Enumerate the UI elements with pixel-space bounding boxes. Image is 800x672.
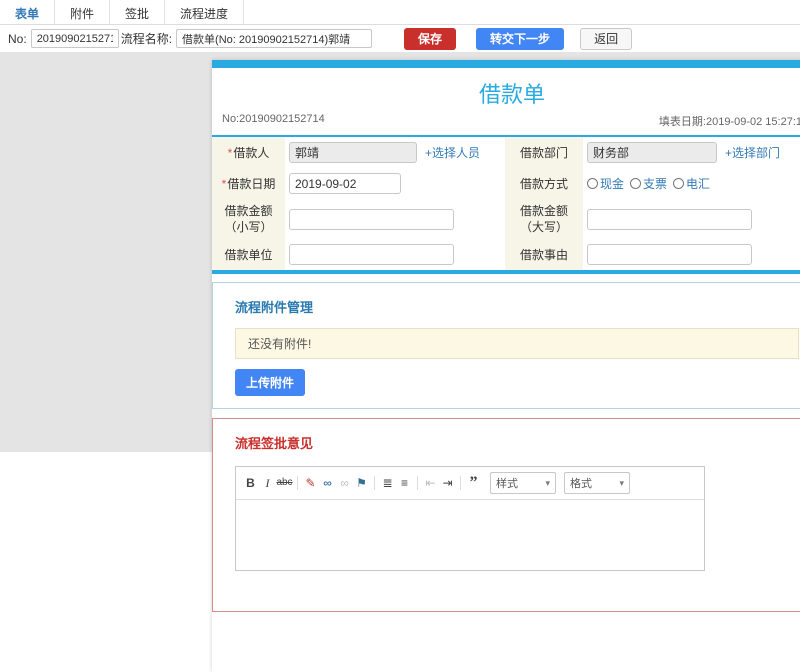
attachment-panel: 流程附件管理 还没有附件! 上传附件 xyxy=(212,282,800,409)
bullet-list-icon[interactable]: ≡ xyxy=(396,475,413,491)
italic-icon[interactable]: I xyxy=(259,475,276,491)
borrow-method-label: 借款方式 xyxy=(505,168,583,199)
styles-dropdown[interactable]: 样式 ▾ xyxy=(490,472,556,494)
amount-lower-field-cell xyxy=(285,199,505,239)
radio-cheque-input[interactable] xyxy=(630,178,642,189)
borrow-date-input[interactable] xyxy=(289,173,401,194)
select-department-link[interactable]: +选择部门 xyxy=(725,144,780,161)
no-input[interactable] xyxy=(30,29,119,48)
approval-heading: 流程签批意见 xyxy=(235,436,314,451)
borrow-date-field-cell xyxy=(285,168,505,199)
radio-cash[interactable]: 现金 xyxy=(587,175,624,192)
panel-top-accent-bar xyxy=(212,60,800,68)
blockquote-icon[interactable]: ” xyxy=(465,475,482,491)
amount-lower-input[interactable] xyxy=(289,208,454,230)
forward-next-step-button[interactable]: 转交下一步 xyxy=(476,27,565,50)
reason-field-cell xyxy=(583,239,800,270)
remove-format-icon[interactable]: ✎ xyxy=(302,475,319,491)
back-button[interactable]: 返回 xyxy=(580,27,633,50)
chevron-down-icon: ▾ xyxy=(545,477,550,488)
numbered-list-icon[interactable]: ≣ xyxy=(379,475,396,491)
upload-attachment-button[interactable]: 上传附件 xyxy=(235,369,306,396)
borrow-unit-field-cell xyxy=(285,239,505,270)
header-toolbar: No: 流程名称: 保存 转交下一步 返回 xyxy=(0,25,800,52)
strikethrough-icon[interactable]: abc xyxy=(276,475,293,491)
department-field-cell: +选择部门 xyxy=(583,137,800,168)
tab-approval[interactable]: 签批 xyxy=(110,0,166,24)
format-dropdown[interactable]: 格式 ▾ xyxy=(564,472,630,494)
toolbar-separator xyxy=(460,476,461,490)
loan-form-panel: 借款单 No:20190902152714 填表日期:2019-09-02 15… xyxy=(212,60,800,672)
attachment-heading: 流程附件管理 xyxy=(235,300,314,315)
save-button[interactable]: 保存 xyxy=(404,27,457,50)
department-label: 借款部门 xyxy=(505,137,583,168)
radio-cash-input[interactable] xyxy=(587,178,598,189)
fill-date-text: 填表日期:2019-09-02 15:27:1 xyxy=(658,116,800,128)
tab-attachments[interactable]: 附件 xyxy=(55,0,111,24)
loan-form-table: *借款人 +选择人员 借款部门 +选择部门 *借款日期 借款方式 现金 xyxy=(212,135,800,274)
borrower-input[interactable] xyxy=(289,142,417,163)
amount-lower-label: 借款金额（小写） xyxy=(212,199,285,239)
amount-upper-field-cell xyxy=(583,199,800,239)
toolbar-separator xyxy=(417,476,418,490)
reason-label: 借款事由 xyxy=(505,239,583,270)
module-tabbar: 表单 附件 签批 流程进度 xyxy=(0,0,800,25)
borrower-label: *借款人 xyxy=(212,137,285,168)
outdent-icon[interactable]: ⇤ xyxy=(422,475,439,491)
anchor-flag-icon[interactable]: ⚑ xyxy=(353,475,370,491)
amount-upper-input[interactable] xyxy=(587,208,752,230)
no-label: No: xyxy=(8,31,27,46)
form-no-text: No:20190902152714 xyxy=(222,113,325,125)
borrow-method-field-cell: 现金 支票 电汇 xyxy=(583,168,800,199)
workspace: 借款单 No:20190902152714 填表日期:2019-09-02 15… xyxy=(0,52,800,672)
flow-name-input[interactable] xyxy=(176,29,373,48)
required-mark: * xyxy=(227,145,233,160)
form-title: 借款单 xyxy=(478,82,545,107)
link-icon[interactable]: ∞ xyxy=(319,475,336,491)
select-person-link[interactable]: +选择人员 xyxy=(425,144,480,161)
form-meta-row: No:20190902152714 填表日期:2019-09-02 15:27:… xyxy=(212,113,800,129)
required-mark: * xyxy=(221,176,227,191)
bold-icon[interactable]: B xyxy=(242,475,259,491)
toolbar-separator xyxy=(374,476,375,490)
chevron-down-icon: ▾ xyxy=(619,477,624,488)
flow-name-label: 流程名称: xyxy=(120,32,173,46)
borrow-unit-label: 借款单位 xyxy=(212,239,285,270)
borrow-unit-input[interactable] xyxy=(289,244,454,265)
borrow-date-label: *借款日期 xyxy=(212,168,285,199)
unlink-icon[interactable]: ∞ xyxy=(336,475,353,491)
borrower-field-cell: +选择人员 xyxy=(285,137,505,168)
amount-upper-label: 借款金额（大写） xyxy=(505,199,583,239)
indent-icon[interactable]: ⇥ xyxy=(439,475,456,491)
editor-toolbar: B I abc ✎ ∞ ∞ ⚑ ≣ ≡ ⇤ ⇥ ” 样式 ▾ 格式 ▾ xyxy=(236,467,704,500)
tab-form[interactable]: 表单 xyxy=(0,0,56,24)
rich-text-editor: B I abc ✎ ∞ ∞ ⚑ ≣ ≡ ⇤ ⇥ ” 样式 ▾ 格式 ▾ xyxy=(235,466,705,571)
reason-input[interactable] xyxy=(587,244,752,265)
department-input[interactable] xyxy=(587,142,717,163)
editor-content-area[interactable] xyxy=(236,500,704,570)
radio-cheque[interactable]: 支票 xyxy=(630,175,667,192)
borrow-method-radio-group: 现金 支票 电汇 xyxy=(587,175,716,192)
approval-panel: 流程签批意见 B I abc ✎ ∞ ∞ ⚑ ≣ ≡ ⇤ ⇥ ” 样式 ▾ 格式… xyxy=(212,418,800,612)
tab-process-progress[interactable]: 流程进度 xyxy=(165,0,245,24)
no-attachment-message: 还没有附件! xyxy=(235,328,799,359)
toolbar-separator xyxy=(297,476,298,490)
radio-wire[interactable]: 电汇 xyxy=(673,175,710,192)
radio-wire-input[interactable] xyxy=(673,178,685,189)
